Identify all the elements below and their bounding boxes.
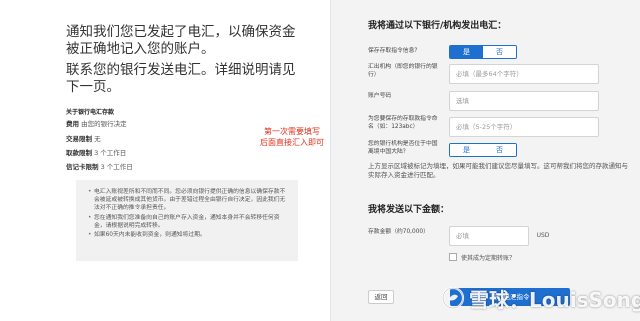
china-yes-button[interactable]: 是 bbox=[450, 144, 483, 156]
info-row-withdraw-limit: 取款限制 3 个工作日 bbox=[66, 147, 126, 157]
card-limit-value: 3 个工作日 bbox=[100, 163, 133, 171]
save-instructions-toggle: 是 否 bbox=[449, 45, 517, 59]
info-row-card-limit: 信记卡限制 3 个工作日 bbox=[66, 161, 133, 171]
amount-title: 我将发送以下金额： bbox=[368, 205, 450, 215]
account-label: 账户号码 bbox=[368, 93, 392, 99]
name-label: 为您要保存的存取款指令命名（如：123abc） bbox=[368, 116, 438, 130]
note-item: 您在通知我们您准备向自己的账户存入资金，通知本身并不会转移任何资金，请根据说明完… bbox=[88, 214, 288, 230]
watermark-text: 雪球：LouisSong bbox=[469, 287, 640, 312]
note-item: 电汇入账视差所和不同而不同。您必须向银行提供正确的信息以确保存款不会被延或被转换… bbox=[88, 188, 288, 213]
fee-label: 费用 bbox=[66, 120, 79, 128]
match-note: 上方显示区域被标记为填埋，如果可能我们建议您尽量填写。这可帮我们将您的存款通知与… bbox=[368, 162, 628, 179]
china-question-label: 您的银行机构是否位于中国离境中国大陆？ bbox=[368, 141, 438, 155]
card-limit-label: 信记卡限制 bbox=[66, 163, 99, 171]
watermark: 雪球：LouisSong bbox=[441, 283, 640, 313]
trade-limit-value: 无 bbox=[94, 135, 101, 143]
periodic-checkbox[interactable] bbox=[449, 253, 457, 261]
amount-input[interactable]: 必填 bbox=[449, 226, 529, 246]
china-no-button[interactable]: 否 bbox=[483, 144, 516, 156]
note-item: 如果60天内未能收到资金，则通知将过期。 bbox=[88, 231, 288, 239]
account-input[interactable]: 选填 bbox=[449, 91, 599, 111]
notes-box: 电汇入账视差所和不同而不同。您必须向银行提供正确的信息以确保存款不会被延或被转换… bbox=[76, 180, 298, 261]
save-yes-button[interactable]: 是 bbox=[450, 46, 483, 58]
page-subtitle: 联系您的银行发送电汇。详细说明请见下一页。 bbox=[66, 62, 296, 95]
save-instructions-label: 保存存取指令信息？ bbox=[368, 48, 421, 54]
amount-label: 存款金额（约70,000） bbox=[368, 229, 429, 235]
info-header: 关于银行电汇存款 bbox=[66, 109, 115, 116]
name-input[interactable]: 必填（5-25个字符） bbox=[449, 117, 599, 137]
withdraw-limit-value: 3 个工作日 bbox=[94, 149, 127, 157]
info-row-trade-limit: 交易限制 无 bbox=[66, 133, 101, 143]
trade-limit-label: 交易限制 bbox=[66, 135, 92, 143]
currency-label: USD bbox=[536, 232, 550, 239]
bank-input[interactable]: 必填（最多64个字符） bbox=[449, 64, 599, 84]
back-button[interactable]: 返回 bbox=[368, 290, 394, 304]
save-no-button[interactable]: 否 bbox=[483, 46, 516, 58]
info-row-fee: 费用 由您的银行决定 bbox=[66, 118, 127, 128]
periodic-label: 使其成为定期转账？ bbox=[461, 255, 516, 262]
bank-label: 汇出机构（即您的银行的银行） bbox=[368, 64, 438, 78]
form-title: 我将通过以下银行/机构发出电汇： bbox=[368, 21, 507, 31]
china-toggle: 是 否 bbox=[449, 143, 517, 157]
page-title: 通知我们您已发起了电汇，以确保资金被正确地记入您的账户。 bbox=[66, 24, 296, 57]
annotation-line1: 第一次需要填写 bbox=[264, 127, 320, 136]
fee-value: 由您的银行决定 bbox=[81, 120, 127, 128]
annotation-line2: 后面直接汇入即可 bbox=[260, 138, 324, 147]
snowball-logo-icon bbox=[441, 286, 465, 310]
withdraw-limit-label: 取款限制 bbox=[66, 149, 92, 157]
